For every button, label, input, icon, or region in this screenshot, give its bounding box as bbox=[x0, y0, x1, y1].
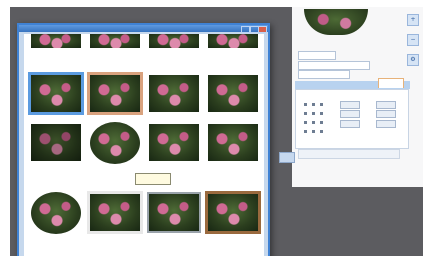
properties-window: + − ⚙ bbox=[279, 7, 423, 187]
thumbnail[interactable] bbox=[149, 124, 199, 161]
side-toolbar: + − ⚙ bbox=[406, 11, 420, 74]
thumbnail[interactable] bbox=[31, 192, 81, 234]
category-field[interactable] bbox=[298, 70, 350, 79]
thumbnail[interactable] bbox=[31, 124, 81, 161]
thumbnail[interactable] bbox=[208, 34, 258, 48]
preview-title bbox=[312, 37, 364, 46]
option-row[interactable] bbox=[304, 102, 328, 107]
thumbnail[interactable] bbox=[149, 34, 199, 48]
name-field[interactable] bbox=[298, 51, 336, 60]
number-field[interactable] bbox=[376, 110, 396, 118]
option-row[interactable] bbox=[304, 129, 328, 134]
thumbnail[interactable] bbox=[90, 34, 140, 48]
thumbnail[interactable] bbox=[208, 124, 258, 161]
thumbnail[interactable] bbox=[208, 194, 258, 231]
thumbnail[interactable] bbox=[90, 75, 140, 112]
number-field[interactable] bbox=[376, 101, 396, 109]
number-field[interactable] bbox=[340, 120, 360, 128]
footer-field[interactable] bbox=[298, 149, 400, 159]
thumbnail[interactable] bbox=[90, 194, 140, 231]
thumbnail[interactable] bbox=[149, 75, 199, 112]
resize-handle[interactable] bbox=[279, 152, 295, 163]
thumbnail[interactable] bbox=[90, 122, 140, 164]
close-button[interactable] bbox=[258, 26, 267, 33]
option-row[interactable] bbox=[304, 120, 328, 125]
gear-icon[interactable]: ⚙ bbox=[407, 54, 419, 66]
plus-icon[interactable]: + bbox=[407, 14, 419, 26]
thumbnail-gallery bbox=[24, 34, 264, 256]
photo-preview bbox=[304, 9, 368, 35]
hover-tooltip bbox=[135, 173, 171, 185]
number-field[interactable] bbox=[340, 101, 360, 109]
screenshot-frame: + − ⚙ bbox=[10, 7, 423, 256]
minus-icon[interactable]: − bbox=[407, 34, 419, 46]
number-field[interactable] bbox=[376, 120, 396, 128]
minimize-button[interactable] bbox=[241, 26, 250, 33]
description-field[interactable] bbox=[298, 61, 370, 70]
settings-panel bbox=[295, 89, 409, 149]
thumbnail[interactable] bbox=[31, 75, 81, 112]
title-bar[interactable] bbox=[19, 25, 268, 33]
thumbnail[interactable] bbox=[149, 194, 199, 231]
number-field[interactable] bbox=[340, 110, 360, 118]
option-row[interactable] bbox=[304, 111, 328, 116]
thumbnail[interactable] bbox=[208, 75, 258, 112]
tab-active[interactable] bbox=[378, 78, 404, 88]
thumbnail[interactable] bbox=[31, 34, 81, 48]
gallery-window bbox=[17, 23, 270, 256]
